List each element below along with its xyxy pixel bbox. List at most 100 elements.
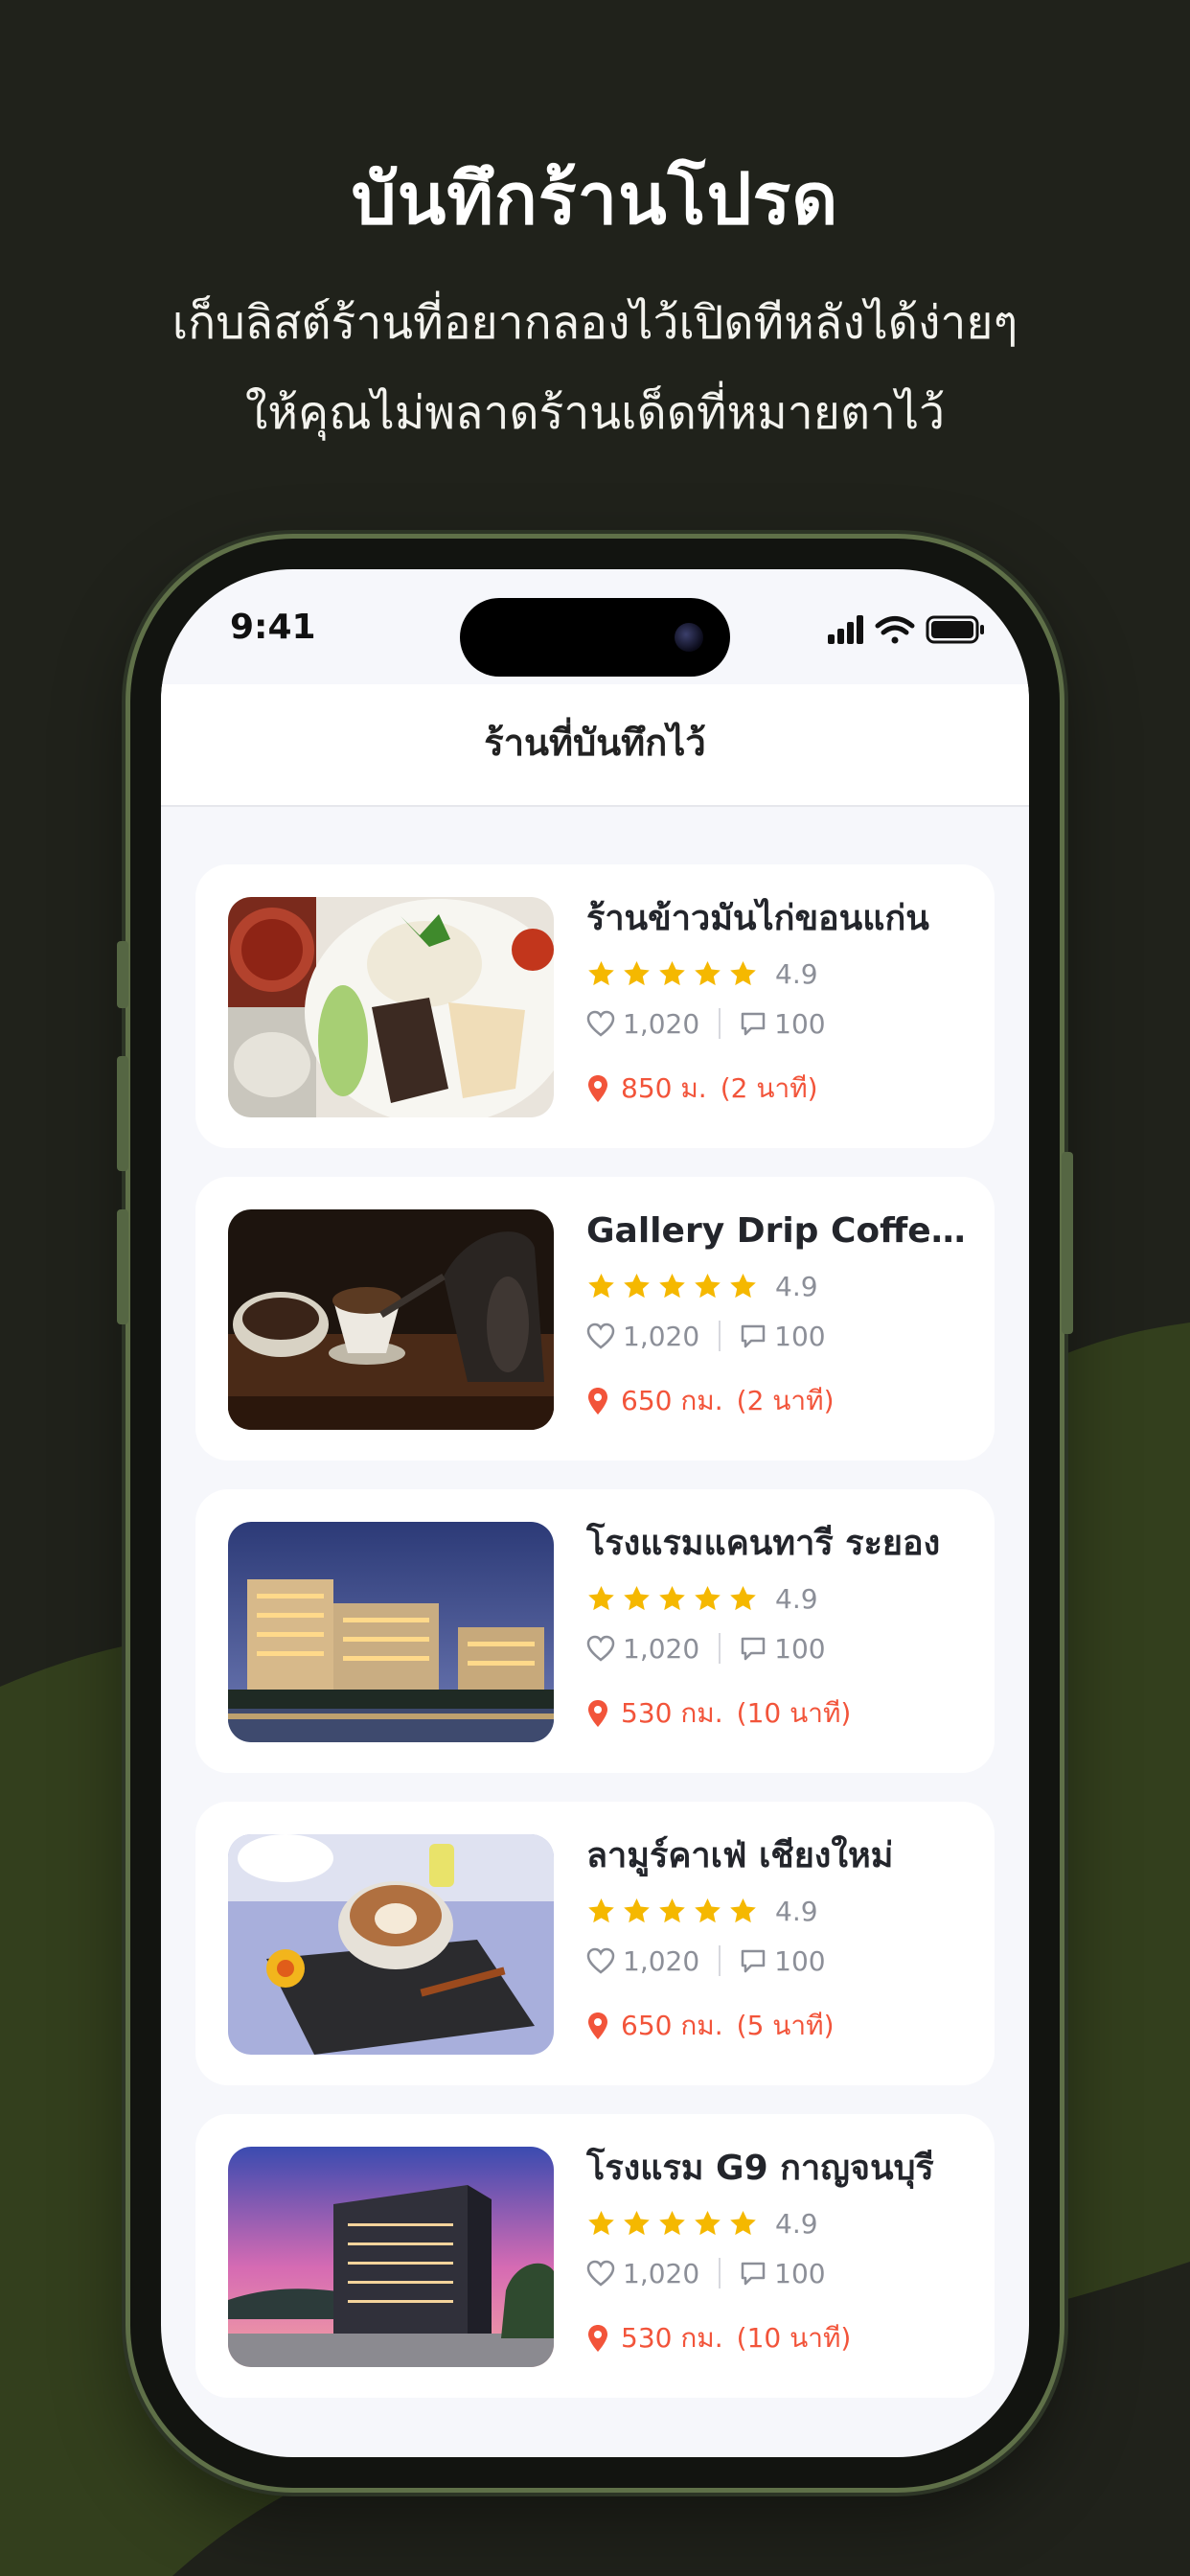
heart-icon bbox=[586, 1010, 615, 1037]
place-card-3[interactable]: โรงแรมแคนทารี ระยอง 4.9 1,020 100 530 กม… bbox=[195, 1489, 995, 1773]
rating-row: 4.9 bbox=[586, 1269, 970, 1303]
travel-time-text: (2 นาที) bbox=[720, 1072, 818, 1104]
star-icon bbox=[728, 2209, 758, 2239]
travel-time-text: (10 นาที) bbox=[736, 1697, 852, 1729]
location-pin-icon bbox=[588, 2325, 607, 2352]
latte-art-photo bbox=[228, 1834, 554, 2055]
stats-divider bbox=[719, 1321, 721, 1351]
distance-text: 530 กม. bbox=[621, 2322, 723, 2354]
rating-value: 4.9 bbox=[775, 1270, 818, 1302]
hotel-sunset-photo bbox=[228, 2147, 554, 2367]
place-card-1[interactable]: ร้านข้าวมันไก่ขอนแก่น 4.9 1,020 100 850 … bbox=[195, 864, 995, 1148]
likes-stat[interactable]: 1,020 bbox=[586, 2258, 699, 2289]
heart-icon bbox=[586, 2260, 615, 2287]
star-rating bbox=[586, 1584, 758, 1614]
hero-title: บันทึกร้านโปรด bbox=[351, 158, 839, 241]
status-icons bbox=[828, 615, 984, 644]
saved-places-list: ร้านข้าวมันไก่ขอนแก่น 4.9 1,020 100 850 … bbox=[195, 864, 995, 2426]
star-icon bbox=[622, 1272, 652, 1301]
status-bar: 9:41 bbox=[161, 569, 1029, 684]
distance-row: 850 ม. (2 นาที) bbox=[586, 1070, 970, 1108]
star-icon bbox=[657, 1272, 687, 1301]
rating-value: 4.9 bbox=[775, 957, 818, 990]
star-icon bbox=[693, 1897, 722, 1926]
heart-icon bbox=[586, 1635, 615, 1662]
likes-stat[interactable]: 1,020 bbox=[586, 1008, 699, 1040]
location-pin-icon bbox=[588, 1700, 607, 1727]
distance-text: 530 กม. bbox=[621, 1697, 723, 1729]
stats-row: 1,020 100 bbox=[586, 1006, 970, 1041]
rating-row: 4.9 bbox=[586, 956, 970, 991]
battery-icon bbox=[926, 615, 984, 644]
star-rating bbox=[586, 959, 758, 989]
signal-icon bbox=[828, 615, 863, 644]
comment-icon bbox=[741, 1012, 766, 1036]
star-icon bbox=[728, 1897, 758, 1926]
heart-icon bbox=[586, 1322, 615, 1349]
star-rating bbox=[586, 2209, 758, 2239]
place-info: โรงแรมแคนทารี ระยอง 4.9 1,020 100 530 กม… bbox=[586, 1520, 970, 1733]
star-rating bbox=[586, 1272, 758, 1301]
comments-count: 100 bbox=[774, 1320, 826, 1352]
comments-stat[interactable]: 100 bbox=[740, 1632, 826, 1665]
comments-stat[interactable]: 100 bbox=[740, 1008, 826, 1040]
rating-value: 4.9 bbox=[775, 1895, 818, 1927]
travel-time-text: (5 นาที) bbox=[736, 2010, 835, 2041]
comments-count: 100 bbox=[774, 1944, 826, 1977]
volume-up-button bbox=[117, 1056, 128, 1171]
heart-icon bbox=[586, 1947, 615, 1974]
star-icon bbox=[622, 2209, 652, 2239]
comments-stat[interactable]: 100 bbox=[740, 1320, 826, 1352]
place-card-5[interactable]: โรงแรม G9 กาญจนบุรี 4.9 1,020 100 530 กม… bbox=[195, 2114, 995, 2398]
star-icon bbox=[728, 1272, 758, 1301]
place-info: ร้านข้าวมันไก่ขอนแก่น 4.9 1,020 100 850 … bbox=[586, 895, 970, 1108]
place-name: โรงแรม G9 กาญจนบุรี bbox=[586, 2149, 934, 2188]
place-info: ลามูร์คาเฟ่ เชียงใหม่ 4.9 1,020 100 650 … bbox=[586, 1832, 970, 2045]
likes-count: 1,020 bbox=[623, 1007, 700, 1040]
chicken-rice-photo bbox=[228, 897, 554, 1117]
star-icon bbox=[728, 959, 758, 989]
stats-divider bbox=[719, 1633, 721, 1664]
stats-divider bbox=[719, 1945, 721, 1976]
star-icon bbox=[693, 1584, 722, 1614]
likes-count: 1,020 bbox=[623, 1632, 700, 1665]
comments-count: 100 bbox=[774, 1632, 826, 1665]
likes-stat[interactable]: 1,020 bbox=[586, 1633, 699, 1665]
rating-row: 4.9 bbox=[586, 1894, 970, 1928]
distance-text: 650 กม. bbox=[621, 2010, 723, 2041]
comment-icon bbox=[741, 1949, 766, 1973]
star-icon bbox=[622, 1584, 652, 1614]
place-card-4[interactable]: ลามูร์คาเฟ่ เชียงใหม่ 4.9 1,020 100 650 … bbox=[195, 1802, 995, 2085]
rating-row: 4.9 bbox=[586, 1581, 970, 1616]
status-time: 9:41 bbox=[230, 608, 316, 647]
volume-down-button bbox=[117, 1209, 128, 1324]
place-info: โรงแรม G9 กาญจนบุรี 4.9 1,020 100 530 กม… bbox=[586, 2145, 970, 2358]
location-pin-icon bbox=[588, 1388, 607, 1414]
stats-row: 1,020 100 bbox=[586, 1319, 970, 1353]
star-rating bbox=[586, 1897, 758, 1926]
star-icon bbox=[586, 1584, 616, 1614]
screen-header: ร้านที่บันทึกไว้ bbox=[161, 684, 1029, 807]
hero-subtitle-line-1: เก็บลิสต์ร้านที่อยากลองไว้เปิดทีหลังได้ง… bbox=[172, 296, 1018, 350]
wifi-icon bbox=[875, 616, 915, 644]
comments-stat[interactable]: 100 bbox=[740, 1944, 826, 1977]
comment-icon bbox=[741, 1637, 766, 1661]
stats-row: 1,020 100 bbox=[586, 2256, 970, 2290]
stats-row: 1,020 100 bbox=[586, 1631, 970, 1666]
comments-stat[interactable]: 100 bbox=[740, 2257, 826, 2289]
star-icon bbox=[657, 959, 687, 989]
comment-icon bbox=[741, 1324, 766, 1348]
star-icon bbox=[586, 1272, 616, 1301]
likes-stat[interactable]: 1,020 bbox=[586, 1321, 699, 1352]
rating-value: 4.9 bbox=[775, 2207, 818, 2240]
likes-count: 1,020 bbox=[623, 1944, 700, 1977]
location-pin-icon bbox=[588, 2012, 607, 2039]
travel-time-text: (2 นาที) bbox=[736, 1385, 835, 1416]
location-pin-icon bbox=[588, 1075, 607, 1102]
hotel-night-photo bbox=[228, 1522, 554, 1742]
place-card-2[interactable]: Gallery Drip Coffe... 4.9 1,020 100 650 … bbox=[195, 1177, 995, 1460]
star-icon bbox=[586, 2209, 616, 2239]
stats-divider bbox=[719, 1008, 721, 1039]
comments-count: 100 bbox=[774, 2257, 826, 2289]
likes-stat[interactable]: 1,020 bbox=[586, 1945, 699, 1977]
